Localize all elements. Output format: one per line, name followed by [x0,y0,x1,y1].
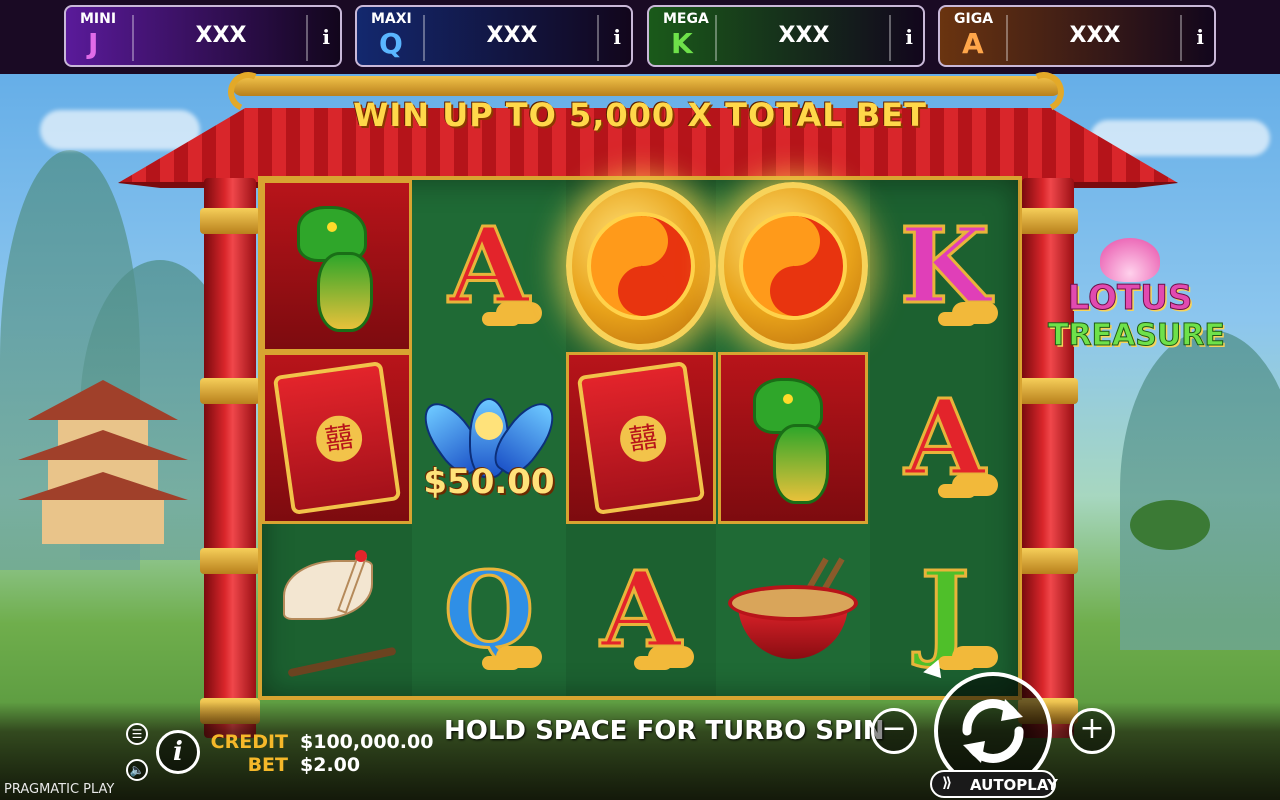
pillar-band [200,378,260,404]
symbol-red-envelope [566,352,716,524]
left-pillar [200,178,260,738]
jackpot-tier-label: GIGA [954,11,994,27]
divider [889,15,891,61]
background-pagoda-icon [18,380,188,544]
cloud-swirl-icon [496,646,542,668]
autoplay-icon: ⟫ [942,775,953,791]
jackpot-value: XXX [195,23,247,48]
divider [423,15,425,61]
jackpot-mega: MEGA K XXX i [647,5,925,67]
autoplay-button[interactable]: ⟫ AUTOPLAY [930,770,1058,798]
symbol-a: A [414,180,564,352]
jackpot-info-button[interactable]: i [905,25,913,49]
turbo-spin-message: HOLD SPACE FOR TURBO SPIN [444,716,885,746]
pillar-band [1018,378,1078,404]
noodle-bowl-icon [728,555,858,665]
game-logo: LOTUS TREASURE [1048,238,1226,368]
reel-2: A $50.00 Q [413,180,565,696]
symbol-k: K [870,180,1020,352]
jackpot-tier-label: MINI [80,11,117,27]
pillar-band [200,208,260,234]
reel-3: A [566,180,716,696]
symbol-q: Q [414,524,564,696]
symbol-dragon [262,180,412,352]
jackpot-letter: A [962,27,984,60]
logo-line-1: LOTUS [1067,278,1193,319]
logo-line-2: TREASURE [1048,318,1226,354]
crane-icon [277,550,397,678]
symbol-yin-yang-coin [566,180,716,352]
pillar-band [1018,548,1078,574]
money-value: $50.00 [423,462,555,502]
provider-logo: PRAGMATIC PLAY [4,782,115,797]
reels-board: A $50.00 Q A [258,176,1022,700]
yin-yang-coin-icon [566,182,716,350]
spin-arrows-icon [962,699,1024,763]
jackpot-value: XXX [1069,23,1121,48]
symbol-a: A [566,524,716,696]
pillar-band [200,548,260,574]
cloud-swirl-icon [496,302,542,324]
mountain [1120,330,1280,650]
credit-value: $100,000.00 [300,731,434,753]
symbol-yin-yang-coin [718,180,868,352]
jackpot-bar: MINI J XXX i MAXI Q XXX i MEGA K XXX i G… [0,0,1280,74]
jackpot-value: XXX [486,23,538,48]
lotus-flower-icon [1100,238,1160,282]
autoplay-label: AUTOPLAY [970,776,1058,794]
jackpot-value: XXX [778,23,830,48]
yin-yang-coin-icon [718,182,868,350]
divider [132,15,134,61]
jackpot-tier-label: MEGA [663,11,709,27]
info-button[interactable]: i [156,730,200,774]
cloud-swirl-icon [952,302,998,324]
divider [306,15,308,61]
cloud-swirl-icon [952,646,998,668]
symbol-dragon [718,352,868,524]
divider [597,15,599,61]
jackpot-info-button[interactable]: i [1196,25,1204,49]
reel-5: K A J [870,180,1020,696]
jackpot-mini: MINI J XXX i [64,5,342,67]
jackpot-maxi: MAXI Q XXX i [355,5,633,67]
credit-label: CREDIT [210,731,288,753]
bet-value: $2.00 [300,754,361,776]
jackpot-tier-label: MAXI [371,11,412,27]
promo-banner: WIN UP TO 5,000 X TOTAL BET [353,96,927,134]
jackpot-info-button[interactable]: i [613,25,621,49]
jackpot-letter: K [671,27,693,60]
symbol-noodle-bowl [718,524,868,696]
divider [1180,15,1182,61]
symbol-blue-lotus-money: $50.00 [413,352,565,524]
symbol-red-envelope [262,352,412,524]
increase-bet-button[interactable]: + [1069,708,1115,754]
red-envelope-icon [272,361,402,515]
bet-label: BET [247,754,288,776]
reel-4 [718,180,868,696]
jackpot-giga: GIGA A XXX i [938,5,1216,67]
red-envelope-icon [576,361,706,515]
symbol-crane [262,524,412,696]
divider [715,15,717,61]
decrease-bet-button[interactable]: − [871,708,917,754]
pine-tree [1130,500,1210,550]
jackpot-info-button[interactable]: i [322,25,330,49]
divider [1006,15,1008,61]
reel-1 [262,180,412,696]
pillar-band [1018,208,1078,234]
dragon-icon [733,368,853,508]
cloud [40,110,200,150]
jackpot-letter: Q [379,27,403,60]
symbol-a: A [870,352,1020,524]
roof-ridge [232,76,1062,96]
jackpot-letter: J [88,27,99,60]
cloud-swirl-icon [952,474,998,496]
dragon-icon [277,196,397,336]
menu-button[interactable]: ☰ [126,723,148,745]
cloud-swirl-icon [648,646,694,668]
sound-button[interactable]: 🔈 [126,759,148,781]
